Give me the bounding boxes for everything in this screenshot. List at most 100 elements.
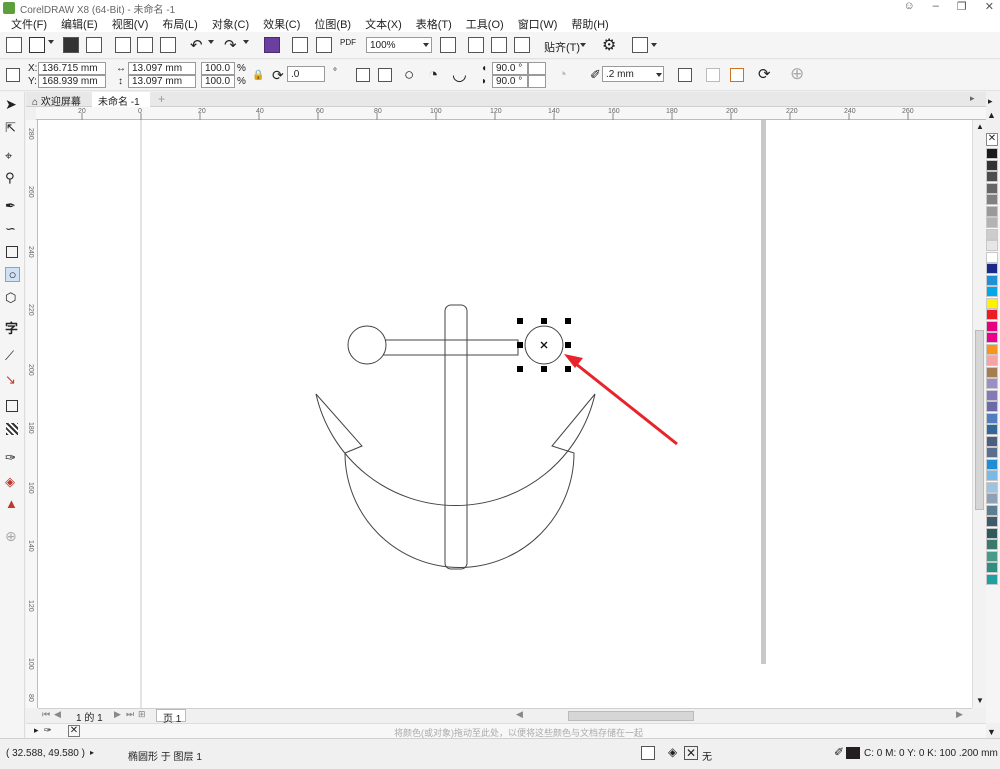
palette-swatch[interactable] [986,343,998,355]
import-search-icon[interactable] [264,37,280,53]
palette-swatch[interactable] [986,148,998,159]
restore-button[interactable]: ❐ [957,0,967,13]
end-angle-spinner[interactable] [528,75,546,88]
palette-swatch[interactable] [986,240,998,251]
palette-swatch[interactable] [986,539,998,550]
palette-swatch[interactable] [986,274,998,286]
h-scroll-left-icon[interactable]: ◀ [516,709,523,720]
change-direction-icon[interactable]: ◔ [558,66,567,83]
palette-swatch[interactable] [986,481,998,493]
show-rulers-icon[interactable] [468,37,484,53]
to-front-icon[interactable] [706,68,720,82]
palette-swatch[interactable] [986,263,998,274]
horizontal-ruler[interactable]: 20 0 20 40 60 80 100 120 140 160 180 200… [36,107,986,120]
menu-bitmaps[interactable]: 位图(B) [307,16,358,32]
export-icon[interactable] [316,37,332,53]
menu-help[interactable]: 帮助(H) [564,16,615,32]
paste-icon[interactable] [160,37,176,53]
mirror-vertical-icon[interactable] [378,68,392,82]
horizontal-scroll-thumb[interactable] [568,711,694,721]
width-field[interactable]: 13.097 mm [128,62,196,75]
transparency-tool-icon[interactable] [6,423,18,435]
open-dropdown-icon[interactable] [48,40,54,44]
palette-swatch[interactable] [986,159,998,171]
parallel-dimension-tool-icon[interactable]: ⟋ [5,348,20,363]
tab-scroll-icon[interactable]: ▸ [970,93,975,104]
start-angle-field[interactable]: 90.0 ° [492,62,528,75]
menu-tools[interactable]: 工具(O) [459,16,511,32]
ellipse-mode-icon[interactable]: ○ [404,65,414,85]
palette-swatch[interactable] [986,401,998,412]
smart-fill-tool-icon[interactable]: ▲ [5,496,20,511]
palette-swatch[interactable] [986,573,998,585]
palette-swatch[interactable] [986,309,998,320]
menu-text[interactable]: 文本(X) [358,16,409,32]
palette-swatch[interactable] [986,297,998,309]
artistic-media-tool-icon[interactable]: ∽ [5,221,20,236]
h-scroll-right-icon[interactable]: ▶ [956,709,963,720]
anchor-arms[interactable] [315,393,596,568]
publish-pdf-icon[interactable]: PDF [340,38,356,47]
eyedropper-icon[interactable]: ✑ [44,725,52,736]
minimize-button[interactable]: – [933,0,939,13]
palette-swatch[interactable] [986,458,998,470]
show-grid-icon[interactable] [491,37,507,53]
scroll-up-icon[interactable]: ▲ [976,122,984,131]
scroll-down-icon[interactable]: ▼ [976,696,984,705]
document-no-color-swatch[interactable]: ✕ [68,725,80,737]
anchor-crossbar[interactable] [381,339,519,356]
palette-swatch[interactable] [986,516,998,527]
first-page-icon[interactable]: ⏮ [42,709,50,720]
menu-table[interactable]: 表格(T) [409,16,459,32]
palette-swatch[interactable] [986,562,998,573]
tab-untitled-document[interactable]: 未命名 -1 [92,92,150,108]
palette-swatch[interactable] [986,355,998,366]
coords-menu-icon[interactable]: ▸ [90,748,94,757]
vertical-ruler[interactable]: 280 260 240 220 200 180 160 140 120 100 … [26,120,38,708]
scale-y-field[interactable]: 100.0 [201,75,235,88]
vertical-scrollbar[interactable]: ▲ ▼ [972,120,986,708]
freehand-tool-icon[interactable]: ✒ [5,198,20,213]
print-icon[interactable] [86,37,102,53]
lock-ratio-icon[interactable]: 🔒 [252,70,264,81]
zoom-dropdown-icon[interactable] [423,43,429,47]
polygon-tool-icon[interactable]: ⬡ [5,290,20,305]
rectangle-tool-icon[interactable] [6,246,18,258]
pick-tool-icon[interactable]: ➤ [5,96,20,112]
undo-icon[interactable]: ↶ [190,36,203,54]
palette-swatch[interactable] [986,424,998,435]
shape-tool-icon[interactable]: ⇱ [5,120,20,135]
menu-view[interactable]: 视图(V) [105,16,156,32]
menu-file[interactable]: 文件(F) [4,16,54,32]
rotation-angle-field[interactable]: .0 [287,66,325,82]
palette-expand-icon[interactable]: ▸ [988,96,993,107]
user-icon[interactable]: ☺ [904,0,915,13]
menu-object[interactable]: 对象(C) [205,16,256,32]
palette-swatch[interactable] [986,320,998,332]
redo-dropdown-icon[interactable] [243,40,249,44]
palette-swatch[interactable] [986,412,998,424]
previous-page-icon[interactable]: ◀ [54,709,61,720]
palette-menu-icon[interactable]: ▸ [34,725,39,736]
outline-width-select[interactable]: .2 mm [602,66,664,82]
last-page-icon[interactable]: ⏭ [126,709,134,720]
menu-layout[interactable]: 布局(L) [155,16,204,32]
palette-swatch[interactable] [986,378,998,389]
add-page-icon[interactable]: ⊞ [138,709,146,720]
to-back-icon[interactable] [730,68,744,82]
copy-icon[interactable] [137,37,153,53]
palette-swatch[interactable] [986,366,998,378]
palette-swatch[interactable] [986,182,998,194]
anchor-shank[interactable] [444,304,468,570]
full-screen-icon[interactable] [440,37,456,53]
outline-color-swatch[interactable] [846,747,860,759]
palette-swatch[interactable] [986,228,998,240]
pie-mode-icon[interactable]: ◔ [428,65,438,85]
palette-swatch[interactable] [986,435,998,447]
launcher-dropdown-icon[interactable] [651,43,657,47]
close-button[interactable]: ✕ [985,0,994,13]
show-guidelines-icon[interactable] [514,37,530,53]
connector-tool-icon[interactable]: ↘ [5,372,20,387]
scale-x-field[interactable]: 100.0 [201,62,235,75]
palette-swatch[interactable] [986,194,998,205]
